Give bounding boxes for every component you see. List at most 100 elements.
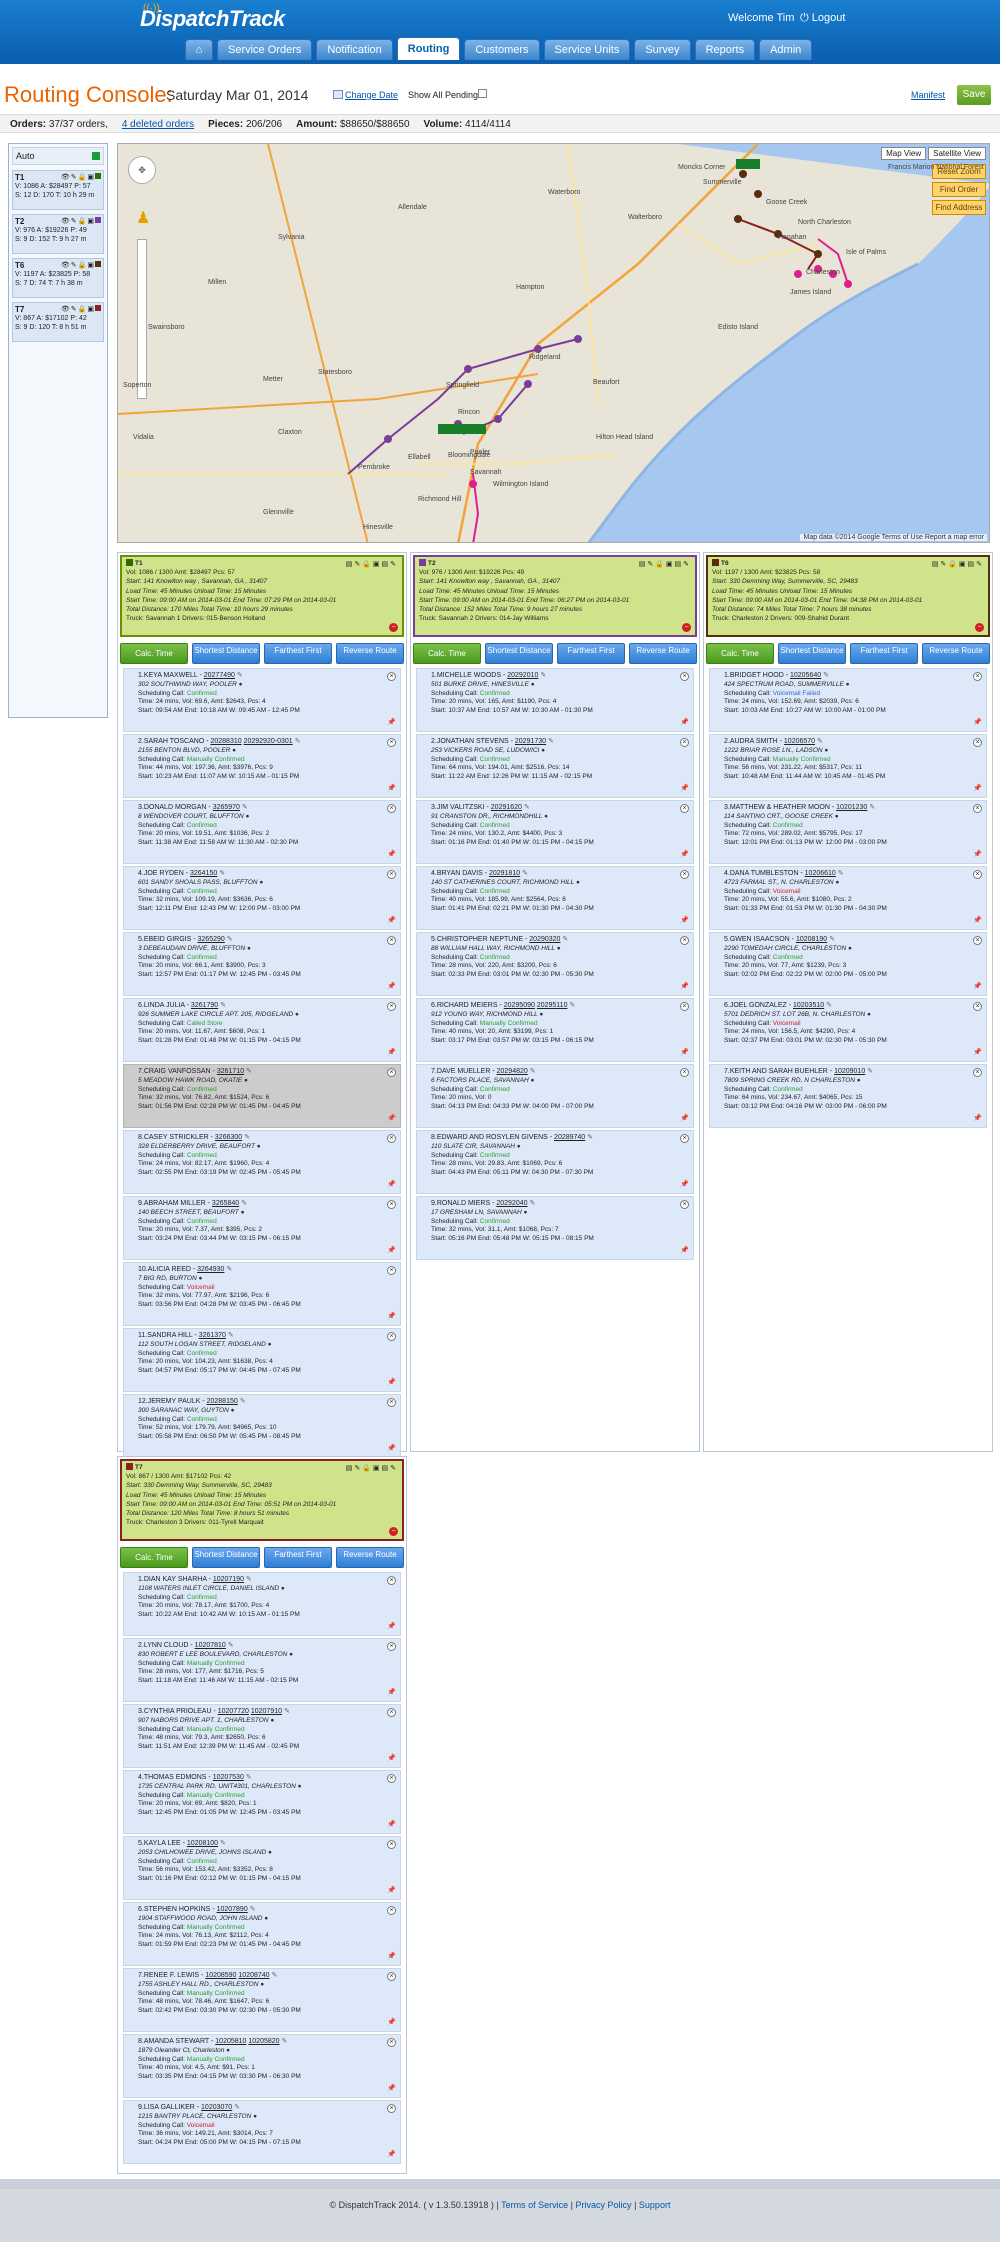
tab-home[interactable]: ⌂ [185,39,213,60]
edit-icon[interactable]: ✎ [218,1002,226,1009]
calc-time-button[interactable]: Calc. Time [413,643,481,664]
terms-link[interactable]: Terms of Service [501,2200,568,2210]
stop-card[interactable]: 1.KEYA MAXWELL - 20277490 ✎ 302 SOUTHWIND… [123,668,401,732]
pin-icon[interactable]: 📌 [387,2085,396,2094]
stop-card[interactable]: 4.JOE RYDEN - 3264150 ✎ 601 SANDY SHOALS … [123,866,401,930]
pin-icon[interactable]: 📌 [387,1181,396,1190]
close-icon[interactable]: × [387,1906,396,1915]
pin-icon[interactable]: 📌 [680,917,689,926]
close-icon[interactable]: × [973,738,982,747]
reverse-route-button[interactable]: Reverse Route [922,643,990,664]
close-icon[interactable]: × [680,1200,689,1209]
map-marker-icon[interactable]: ● [555,945,561,952]
edit-icon[interactable]: ✎ [248,1906,256,1913]
edit-icon[interactable]: ✎ [244,1068,252,1075]
tab-survey[interactable]: Survey [634,39,691,60]
support-link[interactable]: Support [639,2200,671,2210]
stop-card[interactable]: 5.CHRISTOPHER NEPTUNE - 20290320 ✎ 88 WIL… [416,932,694,996]
pin-icon[interactable]: 📌 [680,719,689,728]
edit-icon[interactable]: ✎ [226,1332,234,1339]
calc-time-button[interactable]: Calc. Time [120,643,188,664]
manifest-link[interactable]: Manifest [911,90,945,100]
truck-action-icons[interactable]: 👁✎🔒▣ [61,217,101,226]
truck-card-t1[interactable]: T1 V: 1086 A: $28497 P: 57 S: 12 D: 170 T:… [12,170,104,210]
shortest-distance-button[interactable]: Shortest Distance [192,1547,260,1568]
map-marker-icon[interactable]: ● [197,1275,202,1282]
map-marker-icon[interactable]: ● [529,1077,534,1084]
stop-card[interactable]: 8.AMANDA STEWART - 10205810 10205820 ✎ 18… [123,2034,401,2098]
order-id-link[interactable]: 3265290 [198,936,225,943]
stop-card[interactable]: 3.JIM VALITZSKI - 20291620 ✎ 91 CRANSTON … [416,800,694,864]
order-id-link[interactable]: 20292010 [507,672,538,679]
order-id-link[interactable]: 3261370 [199,1332,226,1339]
edit-icon[interactable]: ✎ [217,870,225,877]
edit-icon[interactable]: ✎ [280,2038,287,2045]
route-map[interactable]: ✥ ♟ Map View Satellite View Reset Zoom F… [117,143,990,543]
close-icon[interactable]: × [387,1002,396,1011]
deleted-orders-link[interactable]: 4 deleted orders [122,119,194,130]
close-icon[interactable]: × [387,672,396,681]
edit-icon[interactable]: ✎ [815,738,823,745]
edit-icon[interactable]: ✎ [218,1840,226,1847]
route-action-icons[interactable]: ▤✎🔒▣▤✎ [346,560,398,569]
map-marker-icon[interactable]: ● [239,1209,245,1216]
truck-card-t2[interactable]: T2 V: 976 A: $19226 P: 49 S: 9 D: 152 T: 9… [12,214,104,254]
route-action-icons[interactable]: ▤✎🔒▣▤✎ [346,1464,398,1473]
order-id-link[interactable]: 10206610 [805,870,836,877]
pin-icon[interactable]: 📌 [973,983,982,992]
map-marker-icon[interactable]: ● [293,1011,299,1018]
edit-icon[interactable]: ✎ [821,672,829,679]
remove-route-icon[interactable]: − [682,623,691,632]
pan-control[interactable]: ✥ [128,156,156,184]
satellite-view-button[interactable]: Satellite View [928,147,986,160]
edit-icon[interactable]: ✎ [538,672,546,679]
close-icon[interactable]: × [387,804,396,813]
map-marker-icon[interactable]: ● [539,747,545,754]
close-icon[interactable]: × [680,1002,689,1011]
pin-icon[interactable]: 📌 [387,1623,396,1632]
edit-icon[interactable]: ✎ [293,738,301,745]
route-action-icons[interactable]: ▤✎🔒▣▤✎ [639,560,691,569]
pegman-icon[interactable]: ♟ [136,208,150,228]
stop-card[interactable]: 3.CYNTHIA PRIOLEAU - 10207720 10207910 ✎… [123,1704,401,1768]
close-icon[interactable]: × [973,804,982,813]
pin-icon[interactable]: 📌 [387,1821,396,1830]
order-id-link[interactable]: 10205810 [215,2038,246,2045]
order-id-link[interactable]: 3261710 [217,1068,244,1075]
change-date-link[interactable]: Change Date [345,90,398,100]
pin-icon[interactable]: 📌 [387,2151,396,2160]
tab-notification[interactable]: Notification [316,39,393,60]
shortest-distance-button[interactable]: Shortest Distance [778,643,846,664]
find-address-button[interactable]: Find Address [932,200,986,215]
stop-card[interactable]: 9.RONALD MIERS - 20292040 ✎ 17 GRESHAM LN… [416,1196,694,1260]
edit-icon[interactable]: ✎ [238,1398,246,1405]
stop-card[interactable]: 6.RICHARD MEIERS - 20295090 20295110 ✎ 91… [416,998,694,1062]
edit-icon[interactable]: ✎ [226,1642,234,1649]
pin-icon[interactable]: 📌 [680,1115,689,1124]
edit-icon[interactable]: ✎ [235,672,243,679]
close-icon[interactable]: × [387,1200,396,1209]
map-marker-icon[interactable]: ● [834,879,839,886]
close-icon[interactable]: × [387,1972,396,1981]
edit-icon[interactable]: ✎ [239,1200,247,1207]
edit-icon[interactable]: ✎ [867,804,875,811]
stop-card[interactable]: 2.LYNN CLOUD - 10207810 ✎ 830 ROBERT E LE… [123,1638,401,1702]
edit-icon[interactable]: ✎ [827,936,835,943]
order-id-link[interactable]: 20289740 [554,1134,585,1141]
stop-card[interactable]: 1.BRIDGET HOOD - 10205640 ✎ 424 SPECTRUM … [709,668,987,732]
close-icon[interactable]: × [973,672,982,681]
map-marker-icon[interactable]: ● [242,1077,248,1084]
map-marker-icon[interactable]: ● [522,1209,527,1216]
map-marker-icon[interactable]: ● [230,747,236,754]
tab-customers[interactable]: Customers [464,39,540,60]
map-marker-icon[interactable]: ● [823,747,828,754]
order-id-link[interactable]: 3264150 [190,870,217,877]
order-id-link[interactable]: 20294820 [497,1068,528,1075]
map-marker-icon[interactable]: ● [258,879,263,886]
calc-time-button[interactable]: Calc. Time [706,643,774,664]
pin-icon[interactable]: 📌 [387,851,396,860]
pin-icon[interactable]: 📌 [387,1379,396,1388]
order-id-link[interactable]: 10201230 [836,804,867,811]
edit-icon[interactable]: ✎ [585,1134,593,1141]
pin-icon[interactable]: 📌 [973,785,982,794]
